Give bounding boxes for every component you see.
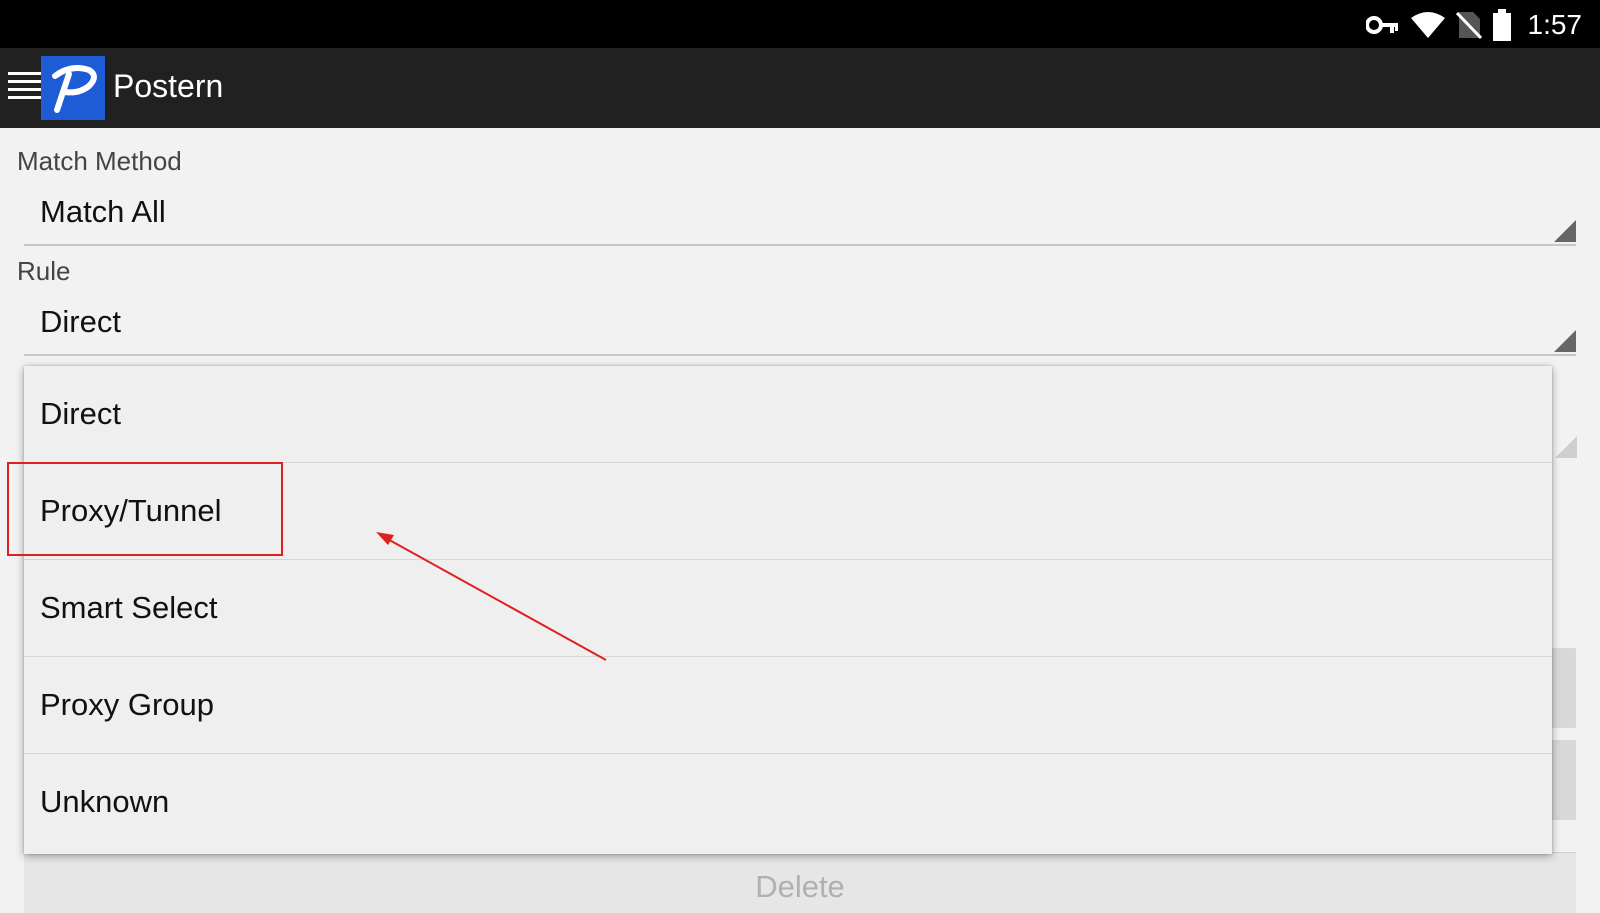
rule-spinner[interactable]: Direct [24,294,1576,356]
dropdown-option-proxy-group[interactable]: Proxy Group [24,657,1552,754]
spinner-arrow-icon [1554,220,1576,242]
option-label: Unknown [40,784,170,819]
battery-icon [1492,9,1512,41]
no-sim-icon [1455,10,1482,40]
option-label: Proxy Group [40,687,215,722]
postern-logo[interactable] [41,56,105,120]
dropdown-option-direct[interactable]: Direct [24,366,1552,463]
status-bar: 1:57 [0,0,1600,48]
option-label: Proxy/Tunnel [40,493,222,528]
rule-label: Rule [17,256,71,286]
match-method-spinner[interactable]: Match All [24,184,1576,246]
dropdown-option-smart-select[interactable]: Smart Select [24,560,1552,657]
match-method-label: Match Method [17,146,182,176]
status-clock: 1:57 [1527,9,1583,40]
spinner-arrow-icon [1554,330,1576,352]
wifi-icon [1410,11,1446,39]
hidden-button[interactable] [1548,740,1576,820]
status-icons: 1:57 [1365,8,1583,42]
dropdown-option-proxy-tunnel[interactable]: Proxy/Tunnel [24,463,1552,560]
option-label: Smart Select [40,590,218,625]
hamburger-menu-icon[interactable] [8,72,42,102]
hidden-button[interactable] [1548,648,1576,728]
rule-value: Direct [40,304,121,339]
hidden-spinner-arrow-icon [1555,436,1577,458]
delete-button[interactable]: Delete [24,852,1576,913]
match-method-value: Match All [40,194,166,229]
rule-dropdown-menu: Direct Proxy/Tunnel Smart Select Proxy G… [24,366,1552,854]
dropdown-option-unknown[interactable]: Unknown [24,754,1552,851]
app-title: Postern [113,68,224,104]
app-bar: Postern [0,48,1600,128]
option-label: Direct [40,396,121,431]
vpn-key-icon [1365,14,1400,36]
